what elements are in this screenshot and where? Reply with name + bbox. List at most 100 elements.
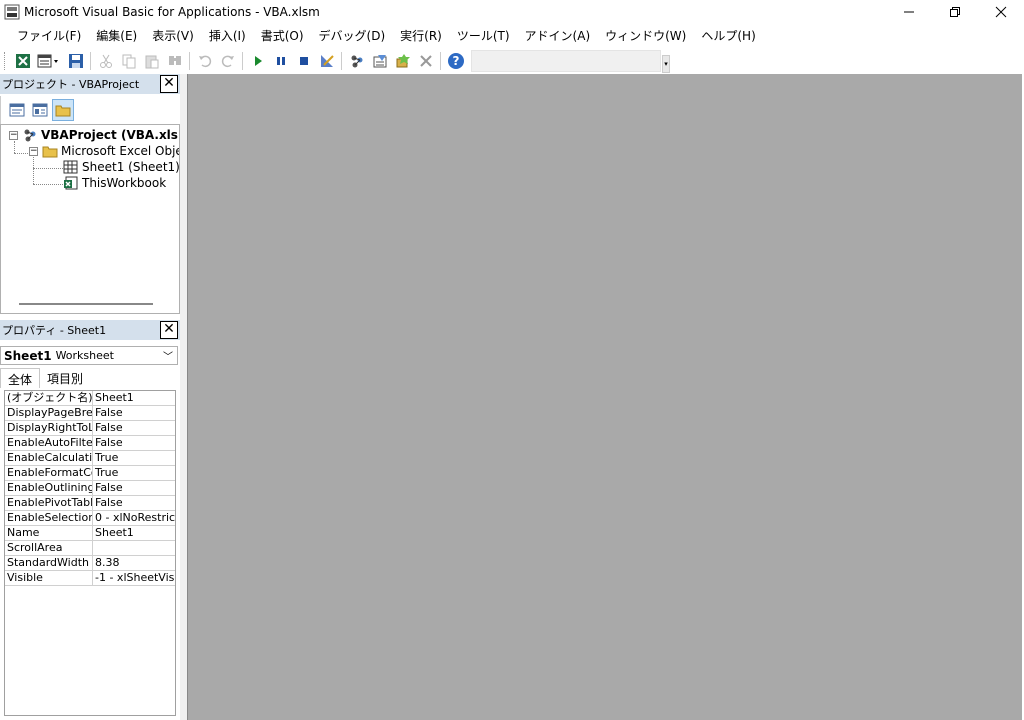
toolbar-grip[interactable] bbox=[4, 52, 7, 70]
menu-view[interactable]: 表示(V) bbox=[143, 27, 200, 44]
menu-file[interactable]: ファイル(F) bbox=[8, 27, 87, 44]
property-row[interactable]: EnableSelection 0 - xlNoRestric bbox=[5, 511, 175, 526]
menu-help[interactable]: ヘルプ(H) bbox=[692, 27, 761, 44]
copy-button[interactable] bbox=[117, 50, 140, 72]
paste-icon bbox=[145, 55, 158, 69]
properties-pane-close-button[interactable]: ✕ bbox=[160, 321, 178, 339]
property-value[interactable]: True bbox=[93, 451, 175, 465]
property-name: Visible bbox=[5, 571, 93, 585]
property-value[interactable]: 0 - xlNoRestric bbox=[93, 511, 175, 525]
tree-item-vbaproject[interactable]: − VBAProject (VBA.xlsm bbox=[9, 127, 180, 143]
toolbar-separator bbox=[341, 52, 342, 70]
toggle-folders-button[interactable] bbox=[52, 99, 74, 121]
save-button[interactable] bbox=[64, 50, 87, 72]
menu-bar: ファイル(F) 編集(E) 表示(V) 挿入(I) 書式(O) デバッグ(D) … bbox=[0, 24, 1024, 46]
pane-splitter[interactable] bbox=[180, 74, 187, 720]
toolbar-options-dropdown[interactable]: ▾ bbox=[662, 55, 670, 73]
property-row[interactable]: StandardWidth 8.38 bbox=[5, 556, 175, 571]
cut-button[interactable] bbox=[94, 50, 117, 72]
menu-edit[interactable]: 編集(E) bbox=[87, 27, 143, 44]
property-value[interactable] bbox=[93, 541, 175, 555]
properties-window-button[interactable] bbox=[368, 50, 391, 72]
tree-item-sheet1[interactable]: Sheet1 (Sheet1) bbox=[63, 159, 179, 175]
tree-item-label: VBAProject (VBA.xlsm bbox=[41, 128, 180, 142]
tab-categorized[interactable]: 項目別 bbox=[40, 368, 90, 388]
property-row[interactable]: EnableAutoFilter False bbox=[5, 436, 175, 451]
property-value[interactable]: False bbox=[93, 436, 175, 450]
break-button[interactable] bbox=[269, 50, 292, 72]
property-row[interactable]: EnablePivotTable False bbox=[5, 496, 175, 511]
minimize-button[interactable] bbox=[886, 0, 932, 24]
toolbar-location-combo[interactable]: ▾ bbox=[471, 50, 670, 73]
property-row[interactable]: DisplayRightToLe False bbox=[5, 421, 175, 436]
property-value[interactable]: -1 - xlSheetVis bbox=[93, 571, 175, 585]
undo-button[interactable] bbox=[193, 50, 216, 72]
run-button[interactable] bbox=[246, 50, 269, 72]
help-icon: ? bbox=[447, 53, 464, 69]
tree-item-thisworkbook[interactable]: ThisWorkbook bbox=[63, 175, 166, 191]
reset-button[interactable] bbox=[292, 50, 315, 72]
redo-button[interactable] bbox=[216, 50, 239, 72]
restore-button[interactable] bbox=[932, 0, 978, 24]
property-value[interactable]: False bbox=[93, 481, 175, 495]
object-selector-dropdown[interactable]: Sheet1 Worksheet ﹀ bbox=[0, 346, 178, 365]
project-explorer-icon bbox=[351, 55, 362, 68]
property-value[interactable]: False bbox=[93, 421, 175, 435]
menu-tools[interactable]: ツール(T) bbox=[448, 27, 516, 44]
project-pane-close-button[interactable]: ✕ bbox=[160, 75, 178, 93]
view-code-button[interactable] bbox=[6, 99, 28, 121]
find-icon bbox=[168, 56, 181, 65]
help-button[interactable]: ? bbox=[444, 50, 467, 72]
worksheet-icon bbox=[63, 160, 78, 174]
property-value[interactable]: True bbox=[93, 466, 175, 480]
menu-format[interactable]: 書式(O) bbox=[252, 27, 310, 44]
project-explorer-button[interactable] bbox=[345, 50, 368, 72]
property-name: EnableOutlining bbox=[7, 481, 93, 495]
standard-toolbar: ? ▾ bbox=[0, 48, 1024, 74]
menu-window[interactable]: ウィンドウ(W) bbox=[596, 27, 692, 44]
property-row[interactable]: EnableFormatCor True bbox=[5, 466, 175, 481]
property-value[interactable]: Sheet1 bbox=[93, 391, 175, 405]
toolbox-button[interactable] bbox=[414, 50, 437, 72]
svg-text:?: ? bbox=[452, 54, 459, 68]
menu-debug[interactable]: デバッグ(D) bbox=[310, 27, 392, 44]
find-button[interactable] bbox=[163, 50, 186, 72]
properties-icon bbox=[373, 55, 386, 68]
project-pane-title-text: プロジェクト - VBAProject bbox=[2, 78, 140, 91]
property-name: EnableCalculatio bbox=[7, 451, 93, 465]
property-row[interactable]: EnableOutlining False bbox=[5, 481, 175, 496]
properties-pane-title-text: プロパティ - Sheet1 bbox=[2, 324, 107, 337]
minimize-icon bbox=[904, 11, 914, 13]
property-row[interactable]: Visible -1 - xlSheetVis bbox=[5, 571, 175, 586]
property-value[interactable]: Sheet1 bbox=[93, 526, 175, 540]
property-row[interactable]: EnableCalculatio True bbox=[5, 451, 175, 466]
property-row[interactable]: (オブジェクト名) Sheet1 bbox=[5, 391, 175, 406]
object-browser-button[interactable] bbox=[391, 50, 414, 72]
property-value[interactable]: False bbox=[93, 496, 175, 510]
property-row[interactable]: DisplayPageBrea False bbox=[5, 406, 175, 421]
view-excel-button[interactable] bbox=[11, 50, 34, 72]
property-value[interactable]: False bbox=[93, 406, 175, 420]
project-tree: − VBAProject (VBA.xlsm − Microsoft Excel… bbox=[0, 124, 180, 314]
close-window-button[interactable] bbox=[978, 0, 1024, 24]
close-icon bbox=[995, 6, 1007, 18]
view-object-button[interactable] bbox=[29, 99, 51, 121]
property-name: DisplayPageBrea bbox=[7, 406, 93, 420]
menu-insert[interactable]: 挿入(I) bbox=[200, 27, 252, 44]
design-mode-button[interactable] bbox=[315, 50, 338, 72]
tree-item-excel-objects[interactable]: − Microsoft Excel Object bbox=[29, 143, 179, 159]
property-value[interactable]: 8.38 bbox=[93, 556, 175, 570]
tab-alphabetic[interactable]: 全体 bbox=[0, 368, 41, 388]
collapse-toggle[interactable]: − bbox=[29, 146, 38, 156]
vba-project-icon bbox=[24, 129, 36, 142]
menu-run[interactable]: 実行(R) bbox=[391, 27, 448, 44]
collapse-toggle[interactable]: − bbox=[9, 130, 18, 140]
menu-addins[interactable]: アドイン(A) bbox=[516, 27, 597, 44]
property-name: ScrollArea bbox=[5, 541, 93, 555]
properties-grid: (オブジェクト名) Sheet1 DisplayPageBrea False Dis… bbox=[4, 390, 176, 716]
insert-userform-button[interactable] bbox=[34, 50, 64, 72]
property-row[interactable]: Name Sheet1 bbox=[5, 526, 175, 541]
paste-button[interactable] bbox=[140, 50, 163, 72]
horizontal-scrollbar[interactable] bbox=[19, 303, 153, 305]
property-row[interactable]: ScrollArea bbox=[5, 541, 175, 556]
